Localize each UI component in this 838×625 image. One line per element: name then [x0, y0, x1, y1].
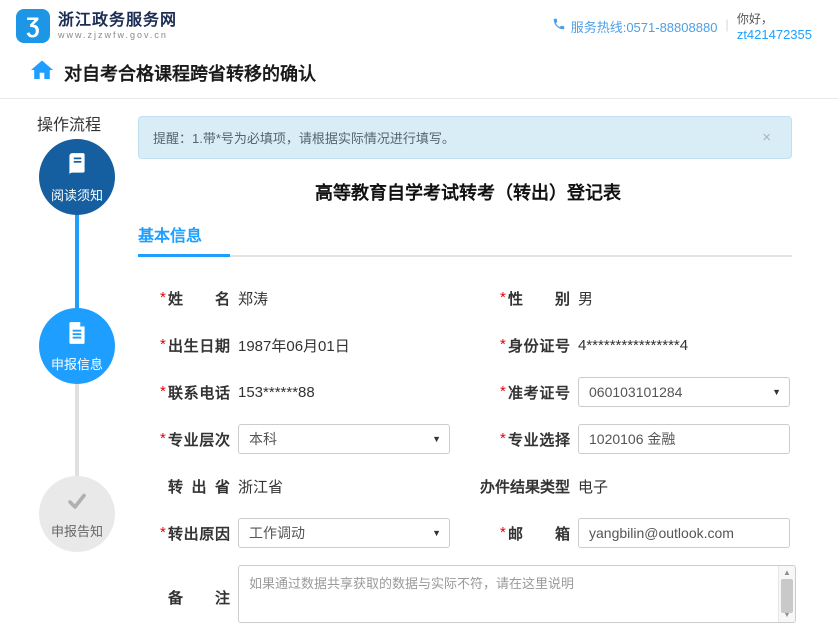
form-row: *联系电话 153******88 *准考证号 060103101284 ▼ [138, 377, 798, 407]
email-label: *邮箱 [508, 523, 570, 544]
form-row: *姓名 郑涛 *性别 男 [138, 283, 798, 313]
form-title: 高等教育自学考试转考（转出）登记表 [138, 179, 798, 205]
required-mark: * [160, 289, 166, 306]
chevron-down-icon: ▼ [432, 528, 441, 538]
alert-text: 提醒：1.带*号为必填项，请根据实际情况进行填写。 [153, 128, 455, 147]
page-title: 对自考合格课程跨省转移的确认 [64, 60, 316, 86]
check-icon [63, 489, 91, 518]
page-title-bar: 对自考合格课程跨省转移的确认 [0, 54, 838, 99]
required-mark: * [500, 383, 506, 400]
section-header: 基本信息 [138, 222, 792, 257]
scroll-up-icon[interactable]: ▲ [783, 568, 791, 578]
service-hotline: 服务热线:0571-88808880 [571, 17, 718, 36]
step-read-notice: 阅读须知 [39, 139, 115, 215]
required-mark: * [160, 383, 166, 400]
required-mark: * [500, 524, 506, 541]
out-reason-label: *转出原因 [168, 523, 230, 544]
birth-date-value: 1987年06月01日 [238, 335, 350, 356]
phone-icon [552, 17, 566, 36]
username-link[interactable]: zt421472355 [737, 27, 812, 42]
required-mark: * [500, 289, 506, 306]
step-label: 申报信息 [51, 354, 103, 373]
process-title: 操作流程 [0, 111, 138, 135]
top-bar: Ʒ 浙江政务服务网 www.zjzwfw.gov.cn 服务热线:0571-88… [0, 0, 838, 54]
chevron-down-icon: ▼ [432, 434, 441, 444]
id-number-label: *身份证号 [508, 335, 570, 356]
site-logo-icon: Ʒ [16, 9, 50, 43]
birth-date-label: *出生日期 [168, 335, 230, 356]
gender-value: 男 [578, 288, 593, 309]
required-mark: * [160, 430, 166, 447]
close-icon[interactable]: × [756, 129, 777, 146]
site-name: 浙江政务服务网 [58, 12, 177, 30]
form-row: *转出原因 工作调动 ▼ *邮箱 [138, 518, 798, 548]
textarea-scrollbar[interactable]: ▲ ▼ [778, 566, 795, 622]
form-row: *出生日期 1987年06月01日 *身份证号 4***************… [138, 330, 798, 360]
scrollbar-thumb[interactable] [781, 579, 793, 613]
basic-info-form: *姓名 郑涛 *性别 男 *出生日期 1987年06月01日 *身份证号 4**… [138, 283, 798, 623]
major-input[interactable] [578, 424, 790, 454]
admission-ticket-select[interactable]: 060103101284 ▼ [578, 377, 790, 407]
greeting-text: 你好， [737, 11, 812, 27]
header-divider: | [725, 17, 728, 32]
remark-textarea[interactable] [238, 565, 796, 623]
email-input[interactable] [578, 518, 790, 548]
site-logo[interactable]: Ʒ 浙江政务服务网 www.zjzwfw.gov.cn [16, 9, 177, 43]
required-mark: * [500, 336, 506, 353]
result-type-value: 电子 [578, 476, 608, 497]
info-alert: 提醒：1.带*号为必填项，请根据实际情况进行填写。 × [138, 116, 792, 159]
out-province-label: 转出省 [168, 476, 230, 497]
phone-value: 153******88 [238, 384, 315, 401]
required-mark: * [160, 336, 166, 353]
step-declare-notice: 申报告知 [39, 476, 115, 552]
book-icon [64, 151, 90, 182]
id-number-value: 4****************4 [578, 337, 688, 354]
form-row: *专业层次 本科 ▼ *专业选择 [138, 424, 798, 454]
step-label: 阅读须知 [51, 185, 103, 204]
step-label: 申报告知 [51, 521, 103, 540]
phone-label: *联系电话 [168, 382, 230, 403]
out-reason-select[interactable]: 工作调动 ▼ [238, 518, 450, 548]
home-icon[interactable] [30, 58, 54, 87]
document-icon [64, 320, 90, 351]
chevron-down-icon: ▼ [772, 387, 781, 397]
gender-label: *性别 [508, 288, 570, 309]
major-level-label: *专业层次 [168, 429, 230, 450]
admission-ticket-label: *准考证号 [508, 382, 570, 403]
main-content: 提醒：1.带*号为必填项，请根据实际情况进行填写。 × 高等教育自学考试转考（转… [138, 99, 798, 625]
required-mark: * [160, 524, 166, 541]
step-declare-info: 申报信息 [39, 308, 115, 384]
process-sidebar: 操作流程 阅读须知 申报信息 申报告知 [0, 99, 138, 625]
out-province-value: 浙江省 [238, 476, 283, 497]
name-label: *姓名 [168, 288, 230, 309]
name-value: 郑涛 [238, 288, 268, 309]
form-row: 转出省 浙江省 办件结果类型 电子 [138, 471, 798, 501]
site-url: www.zjzwfw.gov.cn [58, 30, 177, 41]
section-title: 基本信息 [138, 222, 230, 257]
form-row: 备注 ▲ ▼ [138, 565, 798, 623]
major-level-select[interactable]: 本科 ▼ [238, 424, 450, 454]
remark-label: 备注 [168, 587, 230, 608]
required-mark: * [500, 430, 506, 447]
result-type-label: 办件结果类型 [480, 476, 570, 497]
major-label: *专业选择 [508, 429, 570, 450]
